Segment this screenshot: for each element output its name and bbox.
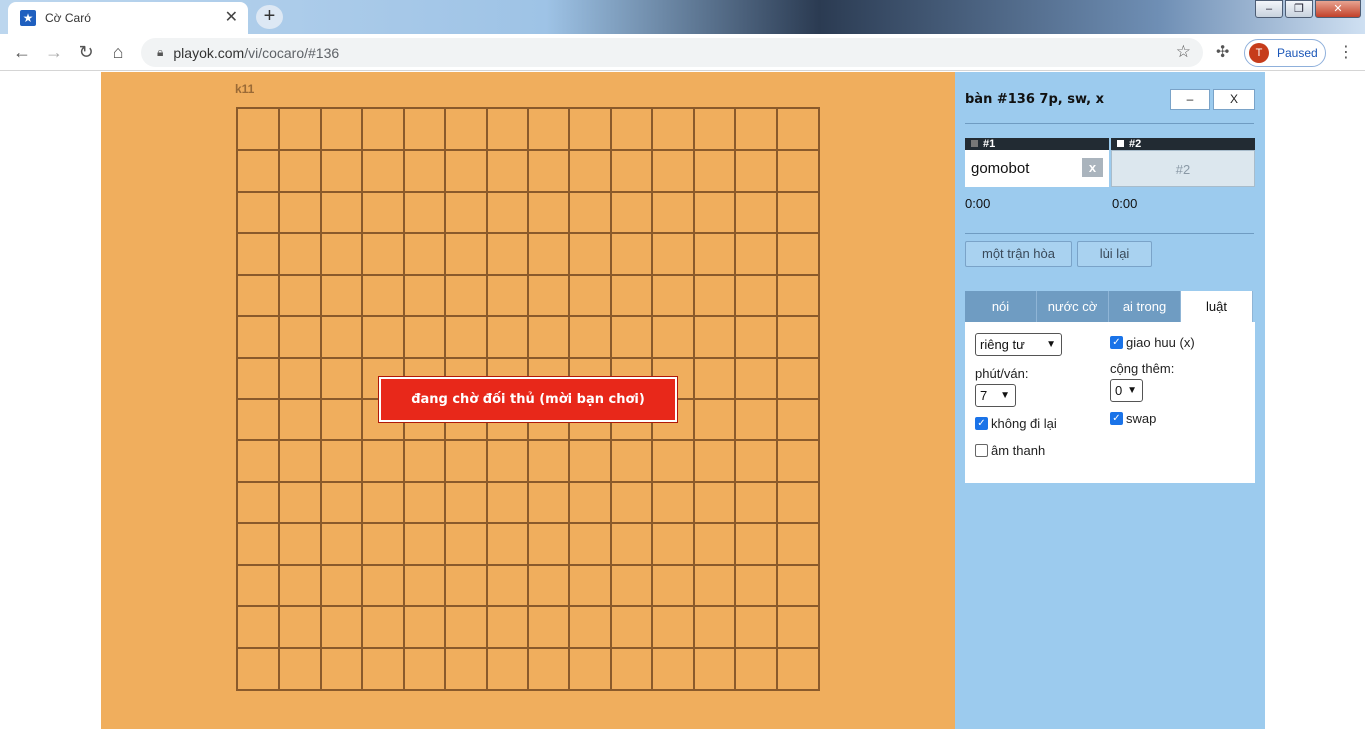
kick-player-button[interactable]: x — [1082, 158, 1103, 177]
increment-label: cộng thêm: — [1110, 361, 1175, 376]
sound-label: âm thanh — [991, 443, 1046, 458]
panel-minimize-button[interactable]: – — [1170, 89, 1210, 110]
player-1-clock: 0:00 — [965, 196, 991, 211]
checkbox-checked-icon: ✓ — [1110, 336, 1123, 349]
chevron-down-icon: ▼ — [1127, 385, 1137, 396]
minutes-select[interactable]: 7 ▼ — [975, 384, 1016, 407]
tab-players[interactable]: ai trong — [1109, 291, 1181, 322]
title-bar: ★ Cờ Caró ✕ + – ❐ ✕ — [0, 0, 1365, 34]
friendly-checkbox[interactable]: ✓ giao huu (x) — [1110, 335, 1195, 350]
tab-chat[interactable]: nói — [965, 291, 1037, 322]
grid-line-horizontal — [238, 647, 818, 649]
window-controls: – ❐ ✕ — [1253, 0, 1361, 18]
privacy-select-value: riêng tư — [980, 337, 1025, 352]
address-bar[interactable]: 🔒︎ playok.com/vi/cocaro/#136 ☆ — [141, 38, 1203, 67]
new-tab-button[interactable]: + — [256, 5, 283, 29]
browser-toolbar: ← → ↻ ⌂ 🔒︎ playok.com/vi/cocaro/#136 ☆ ✣… — [0, 34, 1365, 71]
player-slot-number: #2 — [1129, 138, 1142, 150]
player-slot-number: #1 — [983, 138, 996, 150]
extensions-puzzle-icon[interactable]: ✣ — [1216, 42, 1229, 62]
increment-select-value: 0 — [1115, 383, 1123, 398]
bookmark-star-icon[interactable]: ☆ — [1176, 42, 1191, 62]
white-stone-icon — [1117, 140, 1124, 147]
player-2-clock: 0:00 — [1112, 196, 1138, 211]
no-undo-checkbox[interactable]: ✓ không đi lại — [975, 416, 1057, 431]
no-undo-label: không đi lại — [991, 416, 1057, 431]
increment-select[interactable]: 0 ▼ — [1110, 379, 1143, 402]
offer-draw-button[interactable]: một trận hòa — [965, 241, 1072, 267]
checkbox-checked-icon: ✓ — [975, 417, 988, 430]
player-slot-1[interactable]: #1 gomobot x — [965, 138, 1109, 188]
home-icon[interactable]: ⌂ — [106, 41, 130, 65]
player-slot-header: #2 — [1111, 138, 1255, 150]
room-title: bàn #136 7p, sw, x — [965, 92, 1104, 107]
minutes-select-value: 7 — [980, 388, 988, 403]
window-maximize-button[interactable]: ❐ — [1285, 0, 1313, 18]
sound-checkbox[interactable]: âm thanh — [975, 443, 1045, 458]
tab-rules[interactable]: luật — [1181, 291, 1253, 322]
player-slot-header: #1 — [965, 138, 1109, 150]
chevron-down-icon: ▼ — [1000, 390, 1010, 401]
rules-panel: riêng tư ▼ phút/ván: 7 ▼ ✓ không đi lại âm … — [965, 322, 1255, 483]
url-host: playok.com — [173, 44, 245, 61]
panel-tabs: nói nước cờ ai trong luật — [965, 291, 1255, 322]
grid-line-horizontal — [238, 274, 818, 276]
game-board-area: k11 đang chờ đối thủ (mời bạn chơi) — [101, 72, 955, 729]
back-arrow-icon[interactable]: ← — [10, 41, 34, 65]
divider — [965, 123, 1254, 124]
grid-line-horizontal — [238, 149, 818, 151]
side-panel: bàn #136 7p, sw, x – X #1 gomobot x #2 #… — [955, 72, 1265, 729]
tab-close-icon[interactable]: ✕ — [225, 10, 238, 26]
grid-line-horizontal — [238, 522, 818, 524]
url-path: /vi/cocaro/#136 — [244, 44, 340, 61]
waiting-for-opponent-button[interactable]: đang chờ đối thủ (mời bạn chơi) — [378, 376, 678, 423]
tab-title: Cờ Caró — [45, 11, 91, 25]
lock-icon: 🔒︎ — [157, 45, 164, 59]
player-name: gomobot — [971, 160, 1030, 177]
panel-close-button[interactable]: X — [1213, 89, 1255, 110]
swap-checkbox[interactable]: ✓ swap — [1110, 411, 1156, 426]
privacy-select[interactable]: riêng tư ▼ — [975, 333, 1062, 356]
avatar: T — [1249, 43, 1269, 63]
chevron-down-icon: ▼ — [1046, 339, 1056, 350]
grid-line-horizontal — [238, 564, 818, 566]
player-slot-2[interactable]: #2 #2 — [1111, 138, 1255, 188]
tab-moves[interactable]: nước cờ — [1037, 291, 1109, 322]
black-stone-icon — [971, 140, 978, 147]
page-content: k11 đang chờ đối thủ (mời bạn chơi) bàn … — [0, 72, 1365, 729]
minutes-label: phút/ván: — [975, 366, 1029, 381]
menu-kebab-icon[interactable]: ⋮ — [1338, 42, 1354, 62]
grid-line-horizontal — [238, 191, 818, 193]
sit-down-button[interactable]: #2 — [1111, 150, 1255, 187]
checkbox-checked-icon: ✓ — [1110, 412, 1123, 425]
board-coordinate-label: k11 — [235, 82, 255, 96]
window-close-button[interactable]: ✕ — [1315, 0, 1361, 18]
browser-tab[interactable]: ★ Cờ Caró ✕ — [8, 2, 248, 34]
grid-line-horizontal — [238, 481, 818, 483]
swap-label: swap — [1126, 411, 1157, 426]
grid-line-horizontal — [238, 315, 818, 317]
grid-line-horizontal — [238, 232, 818, 234]
window-minimize-button[interactable]: – — [1255, 0, 1283, 18]
profile-button[interactable]: T Paused — [1244, 39, 1326, 67]
forward-arrow-icon[interactable]: → — [42, 41, 66, 65]
checkbox-unchecked-icon — [975, 444, 988, 457]
grid-line-horizontal — [238, 605, 818, 607]
divider — [965, 233, 1254, 234]
undo-button[interactable]: lùi lại — [1077, 241, 1152, 267]
reload-icon[interactable]: ↻ — [74, 41, 98, 65]
grid-line-horizontal — [238, 439, 818, 441]
friendly-label: giao huu (x) — [1126, 335, 1195, 350]
profile-status: Paused — [1277, 46, 1318, 60]
player-name-box: gomobot x — [965, 150, 1109, 187]
star-favicon-icon: ★ — [20, 10, 36, 26]
grid-line-horizontal — [238, 357, 818, 359]
